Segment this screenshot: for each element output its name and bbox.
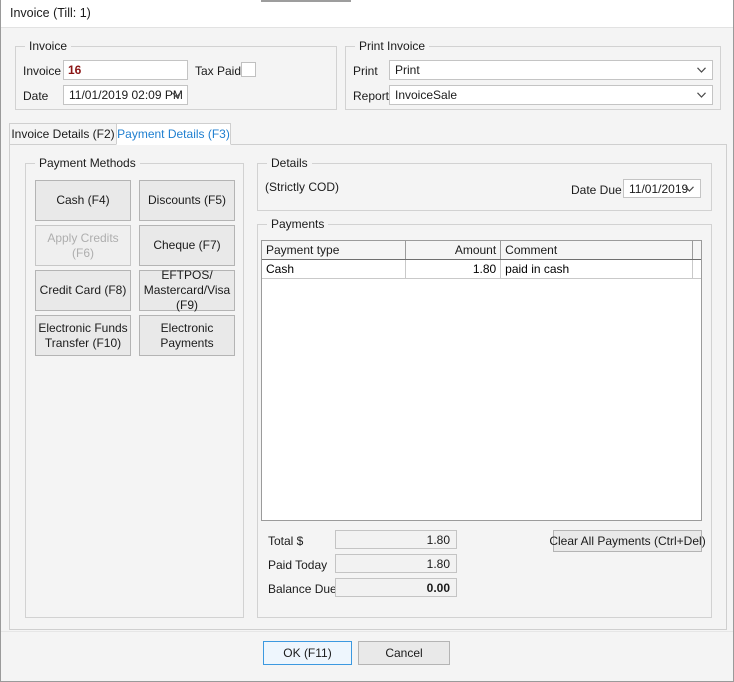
print-label: Print (353, 64, 378, 78)
tax-paid-checkbox[interactable] (241, 62, 256, 77)
invoice-number-value: 16 (68, 63, 81, 77)
tax-paid-label: Tax Paid (195, 64, 241, 78)
chevron-down-icon (685, 186, 694, 192)
balance-due-field: 0.00 (335, 578, 457, 597)
print-invoice-groupbox-legend: Print Invoice (355, 39, 429, 53)
print-value: Print (395, 63, 420, 77)
cash-button-label: Cash (F4) (56, 193, 109, 208)
credit-card-button-label: Credit Card (F8) (40, 283, 127, 298)
column-header-comment[interactable]: Comment (501, 241, 693, 259)
apply-credits-button: Apply Credits (F6) (35, 225, 131, 266)
payments-grid-header: Payment type Amount Comment (262, 241, 701, 260)
cheque-button-label: Cheque (F7) (153, 238, 220, 253)
invoice-date-value: 11/01/2019 02:09 PM (69, 88, 183, 102)
payments-legend: Payments (267, 217, 328, 231)
payment-terms-text: (Strictly COD) (265, 180, 339, 194)
report-value: InvoiceSale (395, 88, 457, 102)
balance-due-label: Balance Due (268, 582, 337, 596)
electronic-funds-transfer-button[interactable]: Electronic Funds Transfer (F10) (35, 315, 131, 356)
paid-today-field: 1.80 (335, 554, 457, 573)
chevron-down-icon (172, 92, 181, 98)
paid-today-label: Paid Today (268, 558, 327, 572)
report-label: Report (353, 89, 389, 103)
invoice-date-label: Date (23, 89, 48, 103)
cell-amount: 1.80 (406, 260, 502, 278)
date-due-label: Date Due (571, 183, 622, 197)
column-header-amount[interactable]: Amount (406, 241, 502, 259)
paid-today-value: 1.80 (427, 557, 450, 571)
tab-payment-details-label: Payment Details (F3) (117, 127, 230, 141)
payment-methods-legend: Payment Methods (35, 156, 140, 170)
discounts-button[interactable]: Discounts (F5) (139, 180, 235, 221)
balance-due-value: 0.00 (427, 581, 450, 595)
eftpos-button[interactable]: EFTPOS/ Mastercard/Visa (F9) (139, 270, 235, 311)
cheque-button[interactable]: Cheque (F7) (139, 225, 235, 266)
tab-payment-details[interactable]: Payment Details (F3) (116, 123, 231, 145)
clear-all-payments-label: Clear All Payments (Ctrl+Del) (549, 534, 705, 548)
cell-payment-type: Cash (262, 260, 406, 278)
date-due-combo[interactable]: 11/01/2019 (623, 179, 701, 198)
invoice-window: Invoice (Till: 1) Invoice Invoice 16 Tax… (0, 0, 734, 682)
electronic-payments-button[interactable]: Electronic Payments (139, 315, 235, 356)
date-due-value: 11/01/2019 (629, 182, 688, 196)
report-combo[interactable]: InvoiceSale (389, 85, 713, 105)
footer-divider (1, 631, 734, 632)
tab-invoice-details[interactable]: Invoice Details (F2) (9, 123, 117, 145)
payments-grid[interactable]: Payment type Amount Comment Cash 1.80 pa… (261, 240, 702, 521)
clear-all-payments-button[interactable]: Clear All Payments (Ctrl+Del) (553, 530, 702, 552)
column-header-filler (693, 241, 701, 259)
cancel-button[interactable]: Cancel (358, 641, 450, 665)
cash-button[interactable]: Cash (F4) (35, 180, 131, 221)
ok-button-label: OK (F11) (283, 646, 331, 660)
cancel-button-label: Cancel (385, 646, 422, 660)
invoice-groupbox-legend: Invoice (25, 39, 71, 53)
tab-invoice-details-label: Invoice Details (F2) (11, 127, 114, 141)
total-value: 1.80 (427, 533, 450, 547)
column-header-payment-type[interactable]: Payment type (262, 241, 406, 259)
invoice-date-combo[interactable]: 11/01/2019 02:09 PM (63, 85, 188, 105)
title-bar-accent (261, 0, 351, 2)
print-combo[interactable]: Print (389, 60, 713, 80)
total-label: Total $ (268, 534, 303, 548)
electronic-funds-transfer-button-label: Electronic Funds Transfer (F10) (38, 321, 128, 351)
eftpos-button-label: EFTPOS/ Mastercard/Visa (F9) (142, 268, 232, 313)
invoice-number-field[interactable]: 16 (63, 60, 188, 80)
total-field: 1.80 (335, 530, 457, 549)
invoice-number-label: Invoice (23, 64, 61, 78)
cell-comment: paid in cash (501, 260, 693, 278)
tab-strip: Invoice Details (F2) Payment Details (F3… (9, 123, 727, 145)
chevron-down-icon (697, 67, 706, 73)
title-bar: Invoice (Till: 1) (1, 0, 734, 28)
apply-credits-button-label: Apply Credits (F6) (38, 231, 128, 261)
electronic-payments-button-label: Electronic Payments (142, 321, 232, 351)
discounts-button-label: Discounts (F5) (148, 193, 226, 208)
chevron-down-icon (697, 92, 706, 98)
window-title: Invoice (Till: 1) (10, 6, 91, 20)
details-legend: Details (267, 156, 312, 170)
ok-button[interactable]: OK (F11) (263, 641, 352, 665)
table-row[interactable]: Cash 1.80 paid in cash (262, 260, 701, 279)
credit-card-button[interactable]: Credit Card (F8) (35, 270, 131, 311)
cell-filler (693, 260, 701, 278)
